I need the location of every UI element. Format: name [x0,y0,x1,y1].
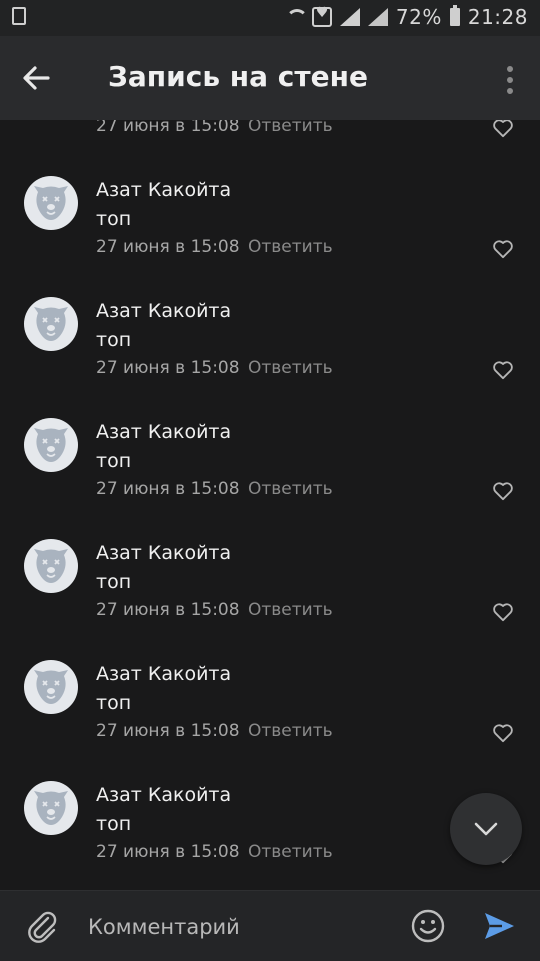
heart-icon[interactable] [492,723,514,743]
comment-date: 27 июня в 15:08 [96,237,240,257]
scroll-down-button[interactable] [450,793,522,865]
heart-icon[interactable] [492,360,514,380]
comment-author[interactable]: Азат Какойта [96,421,231,443]
more-vertical-icon[interactable] [506,66,514,94]
clock: 21:28 [467,5,528,29]
comment-input[interactable] [86,909,390,945]
comment-text: топ [96,208,132,230]
comment-text: топ [96,329,132,351]
comment-date: 27 июня в 15:08 [96,479,240,499]
heart-icon[interactable] [492,120,514,138]
battery-icon [449,5,460,26]
deactivated-dog-icon [34,186,68,220]
comment-author[interactable]: Азат Какойта [96,300,231,322]
signal-icon [339,8,360,26]
heart-icon[interactable] [492,481,514,501]
avatar[interactable] [24,176,78,230]
page-title: Запись на стене [108,60,368,93]
comment-text: топ [96,450,132,472]
reply-button[interactable]: Ответить [248,479,333,499]
comment-composer [0,890,540,961]
reply-button[interactable]: Ответить [248,721,333,741]
recycle-icon [12,7,26,25]
deactivated-dog-icon [34,791,68,825]
comment-author[interactable]: Азат Какойта [96,663,231,685]
reply-button[interactable]: Ответить [248,600,333,620]
avatar[interactable] [24,418,78,472]
comment-text: топ [96,692,132,714]
comment-date: 27 июня в 15:08 [96,120,240,136]
comment-item: Азат Какойта топ 27 июня в 15:08 Ответит… [0,539,540,663]
reply-button[interactable]: Ответить [248,842,333,862]
comment-date: 27 июня в 15:08 [96,721,240,741]
reply-button[interactable]: Ответить [248,120,333,136]
avatar[interactable] [24,297,78,351]
comment-date: 27 июня в 15:08 [96,842,240,862]
comment-item: Азат Какойта топ 27 июня в 15:08 Ответит… [0,660,540,784]
comment-item: Азат Какойта топ 27 июня в 15:08 Ответит… [0,120,540,179]
battery-percent: 72% [395,5,442,29]
app-bar: Запись на стене [0,36,540,120]
paperclip-icon[interactable] [24,908,60,944]
status-icons: 72% 21:28 [284,5,528,29]
avatar[interactable] [24,660,78,714]
arrow-left-icon[interactable] [20,62,52,94]
heart-icon[interactable] [492,239,514,259]
heart-icon[interactable] [492,602,514,622]
avatar[interactable] [24,781,78,835]
comment-item: Азат Какойта топ 27 июня в 15:08 Ответит… [0,176,540,300]
status-bar: 72% 21:28 [0,0,540,36]
wifi-icon [284,8,308,26]
comment-date: 27 июня в 15:08 [96,600,240,620]
comment-item: Азат Какойта топ 27 июня в 15:08 Ответит… [0,297,540,421]
emoji-icon[interactable] [410,908,446,944]
deactivated-dog-icon [34,670,68,704]
comment-author[interactable]: Азат Какойта [96,179,231,201]
reply-button[interactable]: Ответить [248,237,333,257]
deactivated-dog-icon [34,428,68,462]
signal-icon-2 [367,8,388,26]
comment-text: топ [96,813,132,835]
deactivated-dog-icon [34,307,68,341]
deactivated-dog-icon [34,549,68,583]
chevron-down-icon [474,822,498,836]
comment-text: топ [96,571,132,593]
comment-author[interactable]: Азат Какойта [96,784,231,806]
comment-date: 27 июня в 15:08 [96,358,240,378]
comment-author[interactable]: Азат Какойта [96,542,231,564]
avatar[interactable] [24,539,78,593]
comment-list[interactable]: Азат Какойта топ 27 июня в 15:08 Ответит… [0,120,540,890]
notification-heart-icon [311,5,332,27]
comment-item: Азат Какойта топ 27 июня в 15:08 Ответит… [0,418,540,542]
reply-button[interactable]: Ответить [248,358,333,378]
send-icon[interactable] [482,909,516,943]
